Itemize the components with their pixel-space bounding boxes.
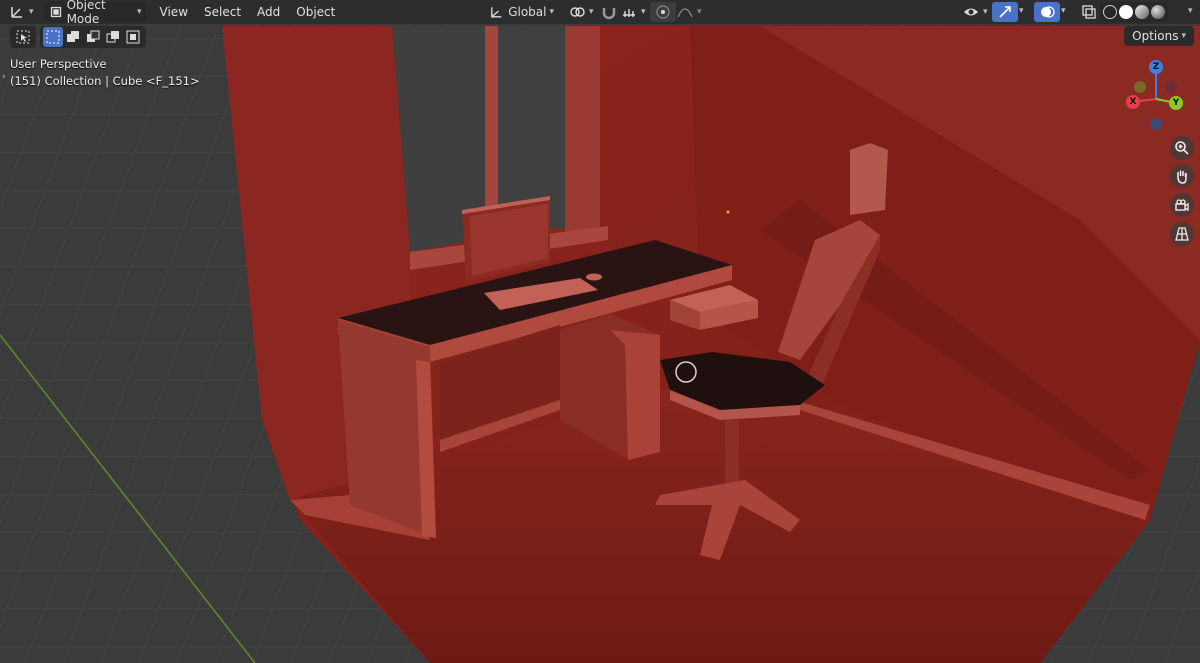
pivot-button[interactable]: ▾ xyxy=(564,2,598,22)
editor-type-button[interactable]: ▾ xyxy=(4,2,38,22)
collection-info: (151) Collection | Cube <F_151> xyxy=(10,74,200,88)
select-tool-group xyxy=(10,26,36,48)
overlay-toggle[interactable] xyxy=(1034,2,1060,22)
object-mode-icon xyxy=(50,6,61,18)
gizmo-x-axis[interactable]: X xyxy=(1126,95,1140,109)
menu-add[interactable]: Add xyxy=(249,5,288,19)
options-button[interactable]: Options ▾ xyxy=(1124,26,1194,46)
gizmo-dropdown[interactable]: ▾ xyxy=(1019,6,1024,16)
pan-button[interactable] xyxy=(1170,164,1194,188)
gizmo-icon xyxy=(999,6,1011,18)
3d-viewport[interactable]: ▾ Object Mode ▾ View Select Add Object G… xyxy=(0,0,1200,663)
axes-icon xyxy=(11,7,22,18)
visibility-button[interactable]: ▾ xyxy=(958,2,992,22)
menu-view[interactable]: View xyxy=(152,5,196,19)
perspective-toggle-button[interactable] xyxy=(1170,222,1194,246)
gizmo-neg-z[interactable] xyxy=(1150,118,1162,130)
rendered-shading-icon[interactable] xyxy=(1151,5,1165,19)
xray-icon xyxy=(1082,5,1096,19)
snap-icon xyxy=(623,9,635,17)
select-intersect-icon[interactable] xyxy=(123,27,143,47)
grid-icon xyxy=(1175,227,1189,241)
menu-object[interactable]: Object xyxy=(288,5,343,19)
view-name: User Perspective xyxy=(10,57,107,71)
select-extend-icon[interactable] xyxy=(63,27,83,47)
camera-view-button[interactable] xyxy=(1170,193,1194,217)
gizmo-z-axis[interactable]: Z xyxy=(1149,60,1163,74)
select-invert-icon[interactable] xyxy=(103,27,123,47)
orientation-select[interactable]: Global ▾ xyxy=(484,2,558,22)
zoom-icon xyxy=(1175,141,1189,155)
mouse xyxy=(586,273,602,281)
hand-icon xyxy=(1177,170,1187,184)
zoom-button[interactable] xyxy=(1170,136,1194,160)
xray-toggle[interactable] xyxy=(1076,2,1102,22)
scene-render[interactable] xyxy=(0,0,1200,663)
gizmo-neg-x[interactable] xyxy=(1165,81,1177,93)
select-new-icon[interactable] xyxy=(43,27,63,47)
material-shading-icon[interactable] xyxy=(1135,5,1149,19)
overlay-dropdown[interactable]: ▾ xyxy=(1061,6,1066,16)
eye-icon xyxy=(964,8,978,16)
wireframe-shading-icon[interactable] xyxy=(1103,5,1117,19)
falloff-select[interactable]: ▾ xyxy=(672,2,706,22)
sidebar-toggle-icon[interactable]: › xyxy=(2,72,6,82)
solid-shading-icon[interactable] xyxy=(1119,5,1133,19)
mode-select[interactable]: Object Mode ▾ xyxy=(43,0,146,26)
shading-modes xyxy=(1100,2,1168,22)
viewport-header: ▾ Object Mode ▾ View Select Add Object G… xyxy=(0,0,1200,26)
proportional-edit-icon xyxy=(656,5,670,19)
menu-select[interactable]: Select xyxy=(196,5,249,19)
shading-dropdown[interactable]: ▾ xyxy=(1188,6,1193,16)
gizmo-y-axis[interactable]: Y xyxy=(1169,96,1183,110)
orientation-icon xyxy=(491,7,502,18)
gizmo-neg-y[interactable] xyxy=(1134,81,1146,93)
select-subtract-icon[interactable] xyxy=(83,27,103,47)
camera-icon xyxy=(1175,199,1189,212)
gizmo-toggle[interactable] xyxy=(992,2,1018,22)
overlay-icon xyxy=(1041,6,1055,18)
navigation-gizmo[interactable]: Z X Y xyxy=(1120,55,1190,135)
select-cursor-icon[interactable] xyxy=(13,27,33,47)
orientation-label: Global xyxy=(508,5,547,19)
selection-mode-group xyxy=(40,26,146,48)
link-icon xyxy=(570,7,585,17)
mode-label: Object Mode xyxy=(66,0,106,26)
falloff-icon xyxy=(677,8,693,18)
options-label: Options xyxy=(1132,29,1179,43)
snap-target[interactable]: ▾ xyxy=(616,2,650,22)
tool-settings xyxy=(10,26,146,48)
